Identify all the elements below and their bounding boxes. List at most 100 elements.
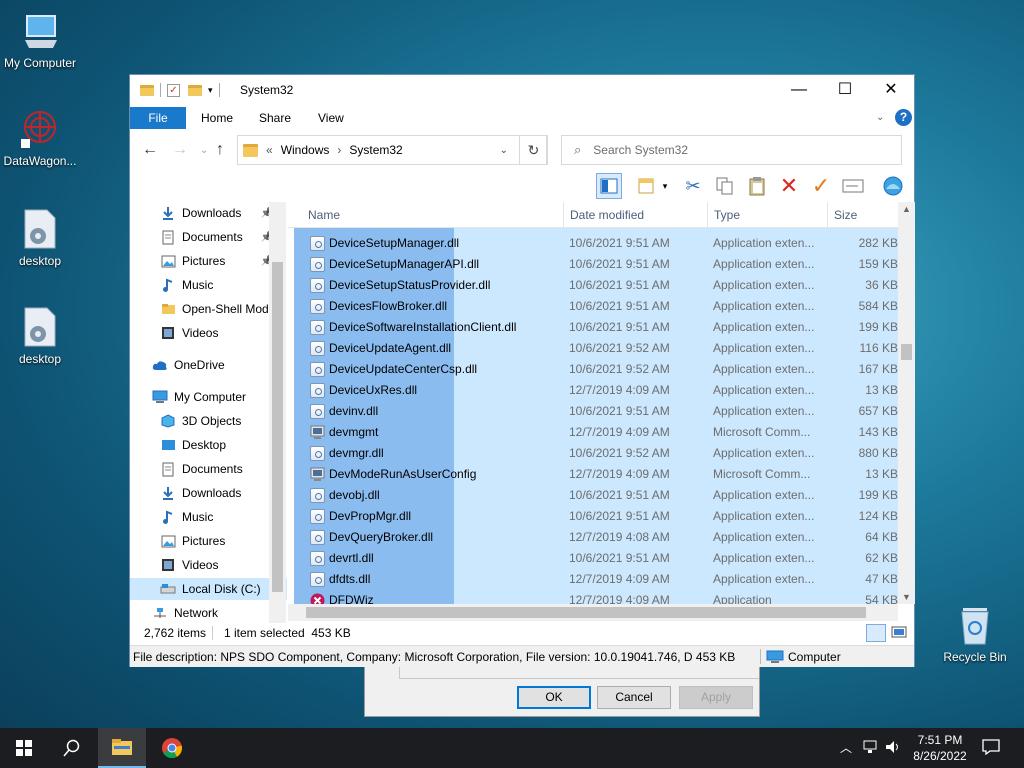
desktop-icon-recycle-bin[interactable]: Recycle Bin [935, 604, 1015, 664]
address-dropdown-chevron-icon[interactable]: ⌄ [500, 145, 508, 156]
new-folder-icon[interactable] [188, 84, 202, 96]
minimize-button[interactable]: — [776, 75, 822, 105]
forward-arrow-icon[interactable]: → [172, 141, 188, 159]
start-button[interactable] [0, 728, 48, 768]
tab-file[interactable]: File [130, 107, 186, 129]
table-row[interactable]: devmgr.dll 10/6/2021 9:52 AM Application e… [288, 443, 898, 464]
cancel-button[interactable]: Cancel [597, 686, 671, 709]
scroll-up-chevron-icon[interactable]: ▲ [902, 204, 911, 214]
back-arrow-icon[interactable]: ← [142, 141, 158, 159]
nav-item-music[interactable]: Music [130, 274, 287, 296]
table-row[interactable]: dfdts.dll 12/7/2019 4:09 AM Application ex… [288, 569, 898, 590]
nav-item-videos[interactable]: Videos [130, 554, 287, 576]
table-row[interactable]: DeviceSoftwareInstallationClient.dll 10/6… [288, 317, 898, 338]
column-header-size[interactable]: Size [828, 202, 898, 228]
properties-check-icon[interactable]: ✓ [808, 173, 834, 199]
address-bar[interactable]: « Windows › System32 ⌄ [237, 135, 547, 165]
nav-item-downloads[interactable]: Downloads 📌 [130, 202, 287, 224]
column-header-name[interactable]: Name [288, 202, 564, 228]
tab-home[interactable]: Home [201, 107, 233, 129]
nav-item-pictures[interactable]: Pictures [130, 530, 287, 552]
system-clock[interactable]: 7:51 PM 8/26/2022 [905, 732, 975, 764]
tab-view[interactable]: View [318, 107, 344, 129]
table-row[interactable]: devobj.dll 10/6/2021 9:51 AM Application e… [288, 485, 898, 506]
horizontal-scrollbar[interactable] [288, 604, 898, 621]
table-row[interactable]: DeviceUxRes.dll 12/7/2019 4:09 AM Applicat… [288, 380, 898, 401]
taskbar-file-explorer[interactable] [98, 728, 146, 768]
desktop-icon-datawagon[interactable]: DataWagon... [0, 108, 80, 168]
table-row[interactable]: DeviceUpdateCenterCsp.dll 10/6/2021 9:52 … [288, 359, 898, 380]
settings-shell-icon[interactable] [880, 173, 906, 199]
cut-scissors-icon[interactable]: ✂ [680, 173, 706, 199]
table-row[interactable]: DevicesFlowBroker.dll 10/6/2021 9:51 AM Ap… [288, 296, 898, 317]
ribbon-collapse-chevron-icon[interactable]: ⌄ [876, 107, 884, 129]
table-row[interactable]: DeviceSetupManagerAPI.dll 10/6/2021 9:51 … [288, 254, 898, 275]
desktop-icon-desktop-1[interactable]: desktop [0, 208, 80, 268]
table-row[interactable]: DeviceSetupManager.dll 10/6/2021 9:51 AM A… [288, 233, 898, 254]
preview-pane-icon[interactable] [596, 173, 622, 199]
table-row[interactable]: DFDWiz 12/7/2019 4:09 AM Application 54 KB [288, 590, 898, 604]
table-row[interactable]: devinv.dll 10/6/2021 9:51 AM Application e… [288, 401, 898, 422]
paste-clipboard-icon[interactable] [744, 173, 770, 199]
close-button[interactable]: ✕ [868, 75, 914, 105]
nav-item-downloads[interactable]: Downloads [130, 482, 287, 504]
navigation-scroll-thumb[interactable] [272, 262, 283, 592]
nav-item-3d-objects[interactable]: 3D Objects [130, 410, 287, 432]
nav-item-local-disk-c[interactable]: Local Disk (C:) [130, 578, 287, 600]
nav-item-pictures[interactable]: Pictures 📌 [130, 250, 287, 272]
search-input[interactable]: ⌕ Search System32 [561, 135, 902, 165]
taskbar-chrome[interactable] [148, 728, 196, 768]
horizontal-scroll-thumb[interactable] [306, 607, 866, 618]
nav-item-network[interactable]: Network [130, 602, 287, 623]
view-dropdown-icon[interactable]: ▾ [658, 173, 672, 199]
vertical-scrollbar[interactable]: ▲ ▼ [898, 202, 915, 604]
table-row[interactable]: DeviceUpdateAgent.dll 10/6/2021 9:52 AM Ap… [288, 338, 898, 359]
table-row[interactable]: DevModeRunAsUserConfig 12/7/2019 4:09 AM M… [288, 464, 898, 485]
table-row[interactable]: devmgmt 12/7/2019 4:09 AM Microsoft Comm..… [288, 422, 898, 443]
recent-locations-chevron-icon[interactable]: ⌄ [200, 145, 208, 156]
tray-overflow-chevron-icon[interactable]: ︿ [840, 739, 852, 756]
column-header-date[interactable]: Date modified [564, 202, 708, 228]
table-row[interactable]: DevPropMgr.dll 10/6/2021 9:51 AM Applicati… [288, 506, 898, 527]
nav-item-videos[interactable]: Videos [130, 322, 287, 344]
navigation-scrollbar[interactable] [269, 202, 286, 623]
breadcrumb-system32[interactable]: System32 [349, 143, 402, 157]
desktop-icon-desktop-2[interactable]: desktop [0, 306, 80, 366]
nav-item-open-shell-mod[interactable]: Open-Shell Mod [130, 298, 287, 320]
copy-icon[interactable] [712, 173, 738, 199]
tab-share[interactable]: Share [259, 107, 291, 129]
details-view-icon[interactable] [866, 624, 886, 642]
network-icon[interactable] [862, 739, 880, 758]
customize-dropdown-icon[interactable]: ▾ [208, 85, 213, 96]
large-icons-view-icon[interactable] [890, 624, 910, 642]
notification-center-icon[interactable] [982, 739, 1000, 758]
nav-item-documents[interactable]: Documents [130, 458, 287, 480]
maximize-button[interactable]: ☐ [822, 75, 868, 105]
column-header-type[interactable]: Type [708, 202, 828, 228]
search-button[interactable] [48, 728, 96, 768]
table-row[interactable]: DevQueryBroker.dll 12/7/2019 4:08 AM Appli… [288, 527, 898, 548]
delete-x-icon[interactable]: ✕ [776, 173, 802, 199]
breadcrumb-windows[interactable]: Windows [281, 143, 330, 157]
help-icon[interactable]: ? [895, 109, 912, 126]
nav-item-onedrive[interactable]: OneDrive [130, 354, 287, 376]
nav-item-my-computer[interactable]: My Computer [130, 386, 287, 408]
overflow-crumb[interactable]: « [266, 143, 273, 157]
ok-button[interactable]: OK [517, 686, 591, 709]
nav-item-desktop[interactable]: Desktop [130, 434, 287, 456]
scroll-down-chevron-icon[interactable]: ▼ [902, 592, 911, 602]
table-row[interactable]: devrtl.dll 10/6/2021 9:51 AM Application e… [288, 548, 898, 569]
vertical-scroll-thumb[interactable] [901, 344, 912, 360]
rename-icon[interactable] [840, 173, 866, 199]
volume-icon[interactable] [884, 739, 902, 758]
desktop-icon-my-computer[interactable]: My Computer [0, 10, 80, 70]
nav-item-music[interactable]: Music [130, 506, 287, 528]
apply-button[interactable]: Apply [679, 686, 753, 709]
table-row[interactable]: DeviceSetupStatusProvider.dll 10/6/2021 9… [288, 275, 898, 296]
folder-view-icon[interactable] [634, 173, 660, 199]
title-bar[interactable]: ✓ ▾ System32 — ☐ ✕ [130, 75, 914, 105]
refresh-button[interactable]: ↻ [519, 135, 548, 165]
nav-item-documents[interactable]: Documents 📌 [130, 226, 287, 248]
up-arrow-icon[interactable]: ↑ [216, 141, 224, 159]
properties-check-icon[interactable]: ✓ [167, 83, 180, 97]
